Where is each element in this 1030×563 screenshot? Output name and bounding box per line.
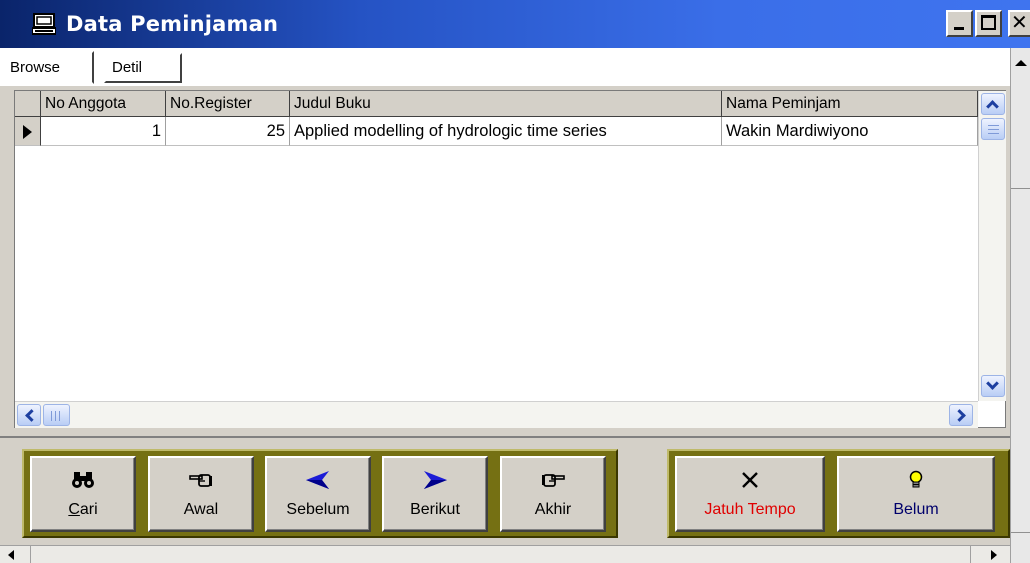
close-icon: ✕ xyxy=(1011,12,1028,34)
binoculars-icon xyxy=(32,468,134,492)
column-header-judul-buku[interactable]: Judul Buku xyxy=(290,91,722,117)
scroll-up-icon[interactable] xyxy=(1015,60,1027,66)
awal-button[interactable]: Awal xyxy=(148,456,254,532)
chevron-right-icon xyxy=(953,409,966,422)
chevron-left-icon xyxy=(25,409,38,422)
grid-scroll-left-button[interactable] xyxy=(17,404,41,426)
grip-icon xyxy=(988,125,999,134)
scroll-divider xyxy=(30,546,31,563)
column-header-no-anggota[interactable]: No Anggota xyxy=(41,91,166,117)
form-vertical-scrollbar[interactable] xyxy=(1010,48,1030,563)
row-pointer-icon xyxy=(23,125,32,139)
maximize-icon xyxy=(981,15,996,30)
table-cell-no-register[interactable]: 25 xyxy=(166,117,290,146)
jatuh-tempo-button[interactable]: Jatuh Tempo xyxy=(675,456,825,532)
computer-icon xyxy=(32,13,56,35)
awal-label: Awal xyxy=(183,501,219,518)
window-title: Data Peminjaman xyxy=(66,12,279,36)
chevron-down-icon xyxy=(986,377,999,390)
berikut-label: Berikut xyxy=(410,501,460,518)
column-header-nama-peminjam[interactable]: Nama Peminjam xyxy=(722,91,978,117)
sebelum-button[interactable]: Sebelum xyxy=(265,456,371,532)
grid-horizontal-thumb[interactable] xyxy=(43,404,70,426)
minimize-icon xyxy=(954,27,964,30)
cari-label: Cari xyxy=(68,501,98,518)
data-peminjaman-window: Data Peminjaman ✕ Browse Detil No Anggot… xyxy=(0,0,1030,563)
akhir-button[interactable]: Akhir xyxy=(500,456,606,532)
arrow-right-icon xyxy=(384,468,486,492)
scroll-thumb[interactable] xyxy=(1011,188,1030,533)
title-bar[interactable]: Data Peminjaman ✕ xyxy=(0,0,1030,48)
grid-scroll-up-button[interactable] xyxy=(981,93,1005,115)
lightbulb-icon xyxy=(839,468,993,492)
hand-right-icon xyxy=(502,468,604,492)
column-header-no-register[interactable]: No.Register xyxy=(166,91,290,117)
current-row-indicator[interactable] xyxy=(15,117,41,146)
akhir-label: Akhir xyxy=(534,501,572,518)
grid-scroll-right-button[interactable] xyxy=(949,404,973,426)
jatuh-tempo-label: Jatuh Tempo xyxy=(704,501,796,518)
chevron-up-icon xyxy=(986,100,999,113)
table-cell-no-anggota[interactable]: 1 xyxy=(41,117,166,146)
grid-scroll-down-button[interactable] xyxy=(981,375,1005,397)
scroll-divider xyxy=(970,546,971,563)
tab-detil[interactable]: Detil xyxy=(104,53,182,83)
scroll-right-icon[interactable] xyxy=(991,550,997,560)
sebelum-label: Sebelum xyxy=(286,501,350,518)
minimize-button[interactable] xyxy=(946,10,973,37)
grid-vertical-thumb[interactable] xyxy=(981,118,1005,140)
scroll-left-icon[interactable] xyxy=(8,550,14,560)
hand-left-icon xyxy=(150,468,252,492)
cari-button[interactable]: Cari xyxy=(30,456,136,532)
grid-horizontal-scrollbar[interactable] xyxy=(15,401,978,428)
grid-vertical-scrollbar[interactable] xyxy=(978,91,1006,401)
tab-browse[interactable]: Browse xyxy=(2,51,94,84)
close-button[interactable]: ✕ xyxy=(1008,10,1030,37)
maximize-button[interactable] xyxy=(975,10,1002,37)
berikut-button[interactable]: Berikut xyxy=(382,456,488,532)
loan-data-grid[interactable]: No Anggota No.Register Judul Buku Nama P… xyxy=(14,90,1006,428)
arrow-left-icon xyxy=(267,468,369,492)
belum-button[interactable]: Belum xyxy=(837,456,995,532)
table-cell-judul-buku[interactable]: Applied modelling of hydrologic time ser… xyxy=(290,117,722,146)
table-cell-nama-peminjam[interactable]: Wakin Mardiwiyono xyxy=(722,117,978,146)
row-indicator-header xyxy=(15,91,41,117)
tab-strip: Browse Detil xyxy=(0,48,1010,84)
grip-icon xyxy=(51,411,60,421)
cross-icon xyxy=(677,468,823,492)
belum-label: Belum xyxy=(893,501,939,518)
form-horizontal-scrollbar[interactable] xyxy=(0,545,1010,563)
